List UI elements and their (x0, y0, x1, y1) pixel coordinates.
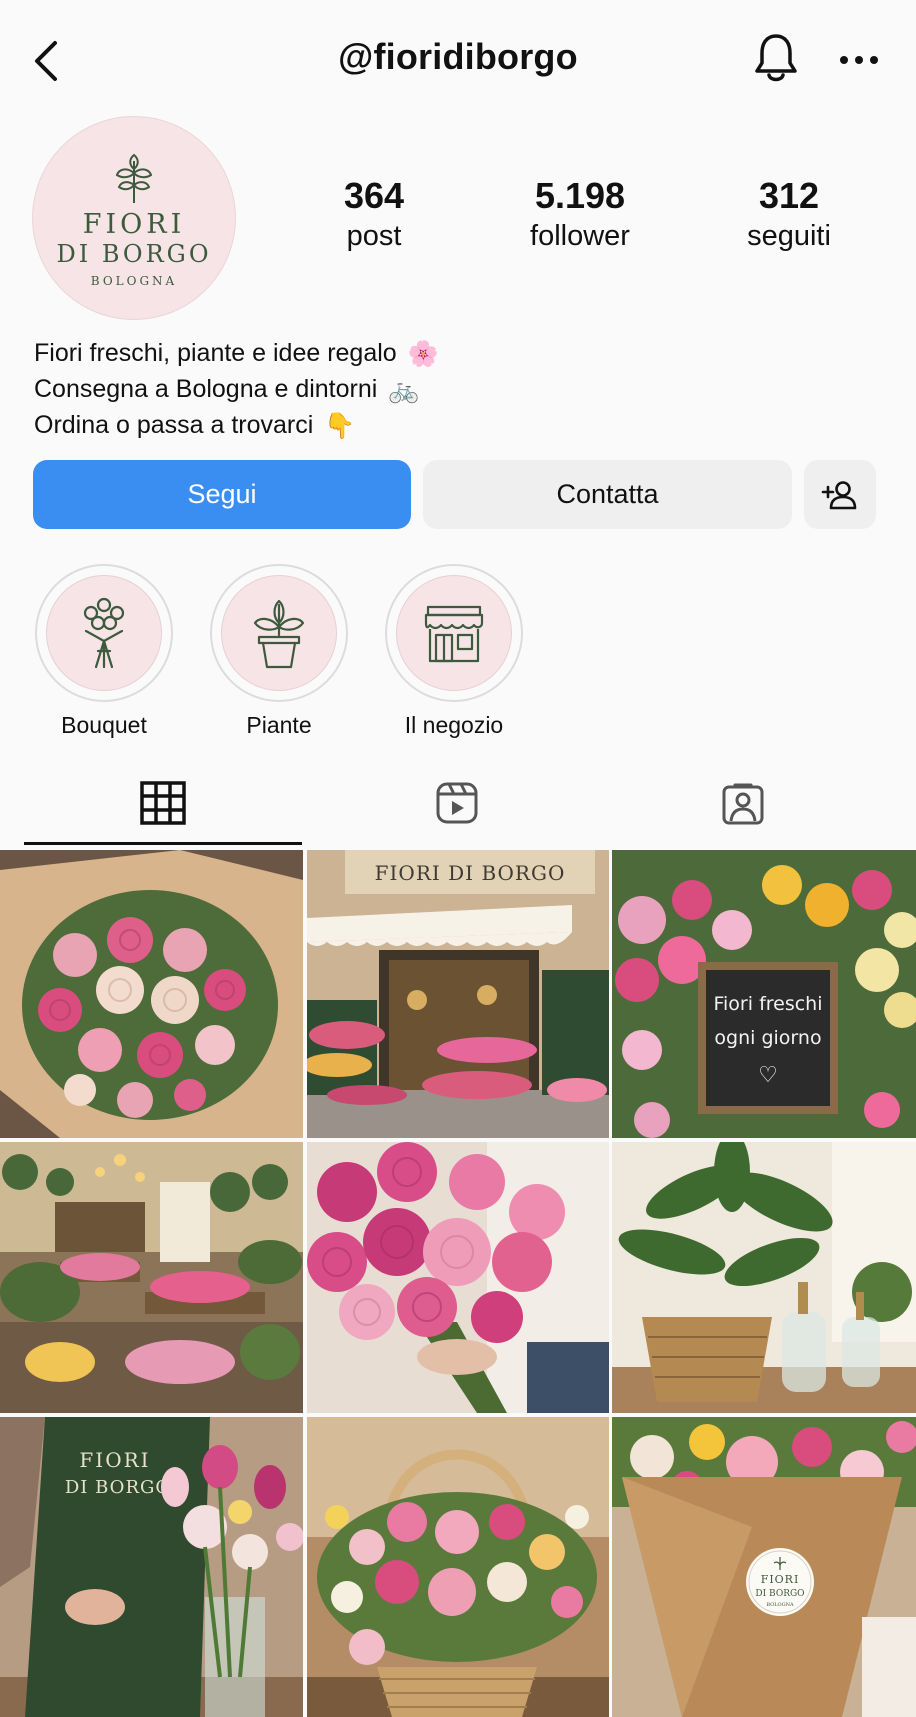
bell-icon (755, 34, 797, 82)
apron-text-line1: FIORI (79, 1448, 150, 1472)
logo-text-line3: BOLOGNA (90, 273, 178, 288)
more-horizontal-icon (840, 56, 878, 64)
highlight-label: Il negozio (404, 712, 504, 738)
post-tile[interactable]: Fiori freschi ogni giorno ♡ (612, 850, 916, 1138)
cherry-blossom-emoji: 🌸 (407, 339, 439, 368)
bio-line-text: Consegna a Bologna e dintorni (34, 375, 378, 404)
highlight-label: Bouquet (61, 712, 147, 738)
notifications-button[interactable] (748, 28, 804, 88)
add-person-icon (821, 480, 857, 509)
sticker-text-line3: BOLOGNA (766, 1602, 794, 1608)
post-tile[interactable] (307, 1417, 609, 1717)
bio-line: Ordina o passa a trovarci 👇 (34, 408, 439, 444)
bouquet-icon (83, 597, 125, 669)
suggest-people-button[interactable] (804, 460, 876, 529)
more-options-button[interactable] (834, 40, 884, 80)
stat-followers-value: 5.198 (534, 175, 626, 216)
highlight-ring (385, 564, 523, 702)
apron-text-line2: DI BORGO (65, 1477, 171, 1498)
stat-posts-label: post (346, 220, 402, 252)
chalkboard-text-line2: ogni giorno (714, 1027, 821, 1049)
stat-following-label: seguiti (747, 220, 831, 252)
bio-line: Consegna a Bologna e dintorni 🚲 (34, 372, 439, 408)
post-tile[interactable]: FIORI DI BORGO BOLOGNA (612, 1417, 916, 1717)
bio-line-text: Fiori freschi, piante e idee regalo (34, 339, 397, 367)
reels-icon (436, 782, 478, 824)
profile-avatar[interactable]: FIORI DI BORGO BOLOGNA (32, 116, 236, 320)
active-tab-indicator (24, 842, 302, 845)
stat-posts[interactable]: 364 post (274, 176, 474, 256)
post-tile[interactable]: FIORI DI BORGO (307, 850, 609, 1138)
stat-followers-label: follower (530, 220, 630, 252)
profile-bio: Fiori freschi, piante e idee regalo 🌸 Co… (34, 336, 439, 444)
flower-sprig-icon (115, 153, 153, 203)
post-tile[interactable] (307, 1142, 609, 1413)
follow-button[interactable]: Segui (33, 460, 411, 529)
post-image-rose-bouquet (0, 850, 303, 1138)
post-image-peony-bouquet (307, 1142, 609, 1413)
chalkboard-text-line1: Fiori freschi (713, 993, 822, 1015)
post-image-flower-basket (307, 1417, 609, 1717)
post-image-storefront: FIORI DI BORGO (307, 850, 609, 1138)
highlight-bouquet[interactable]: Bouquet (34, 564, 174, 739)
post-image-florist-apron: FIORI DI BORGO (0, 1417, 303, 1717)
tagged-person-icon (722, 783, 764, 825)
post-tile[interactable] (612, 1142, 916, 1413)
highlight-ring (210, 564, 348, 702)
tab-reels[interactable] (318, 770, 596, 836)
highlight-cover (46, 575, 162, 691)
post-tile[interactable] (0, 850, 303, 1138)
stat-followers[interactable]: 5.198 follower (480, 176, 680, 256)
highlight-ring (35, 564, 173, 702)
post-tile[interactable] (0, 1142, 303, 1413)
highlight-label: Piante (246, 712, 312, 738)
post-image-potted-plant (612, 1142, 916, 1413)
storefront-sign: FIORI DI BORGO (375, 861, 566, 885)
tab-tagged[interactable] (604, 770, 882, 836)
logo-text-line1: FIORI (82, 208, 186, 240)
highlight-il-negozio[interactable]: Il negozio (384, 564, 524, 739)
sticker-text-line2: DI BORGO (755, 1589, 804, 1599)
bicycle-emoji: 🚲 (388, 375, 420, 404)
stat-following-value: 312 (758, 175, 820, 216)
post-tile[interactable]: FIORI DI BORGO (0, 1417, 303, 1717)
highlight-piante[interactable]: Piante (209, 564, 349, 739)
sticker-text-line1: FIORI (761, 1573, 800, 1586)
pointing-down-emoji: 👇 (324, 411, 356, 440)
storefront-icon (424, 605, 484, 663)
stat-following[interactable]: 312 seguiti (689, 176, 889, 256)
post-image-wrapped-bouquet: FIORI DI BORGO BOLOGNA (612, 1417, 916, 1717)
bio-line: Fiori freschi, piante e idee regalo 🌸 (34, 336, 439, 372)
potted-plant-icon (253, 599, 305, 669)
grid-icon (140, 781, 186, 825)
contact-button[interactable]: Contatta (423, 460, 792, 529)
bio-line-text: Ordina o passa a trovarci (34, 411, 314, 440)
highlight-cover (221, 575, 337, 691)
post-image-shop-interior (0, 1142, 303, 1413)
tab-grid[interactable] (24, 770, 302, 836)
highlight-cover (396, 575, 512, 691)
logo-text-line2: DI BORGO (56, 239, 212, 268)
stat-posts-value: 364 (343, 175, 405, 216)
chalkboard-heart: ♡ (758, 1063, 778, 1088)
post-image-chalkboard: Fiori freschi ogni giorno ♡ (612, 850, 916, 1138)
